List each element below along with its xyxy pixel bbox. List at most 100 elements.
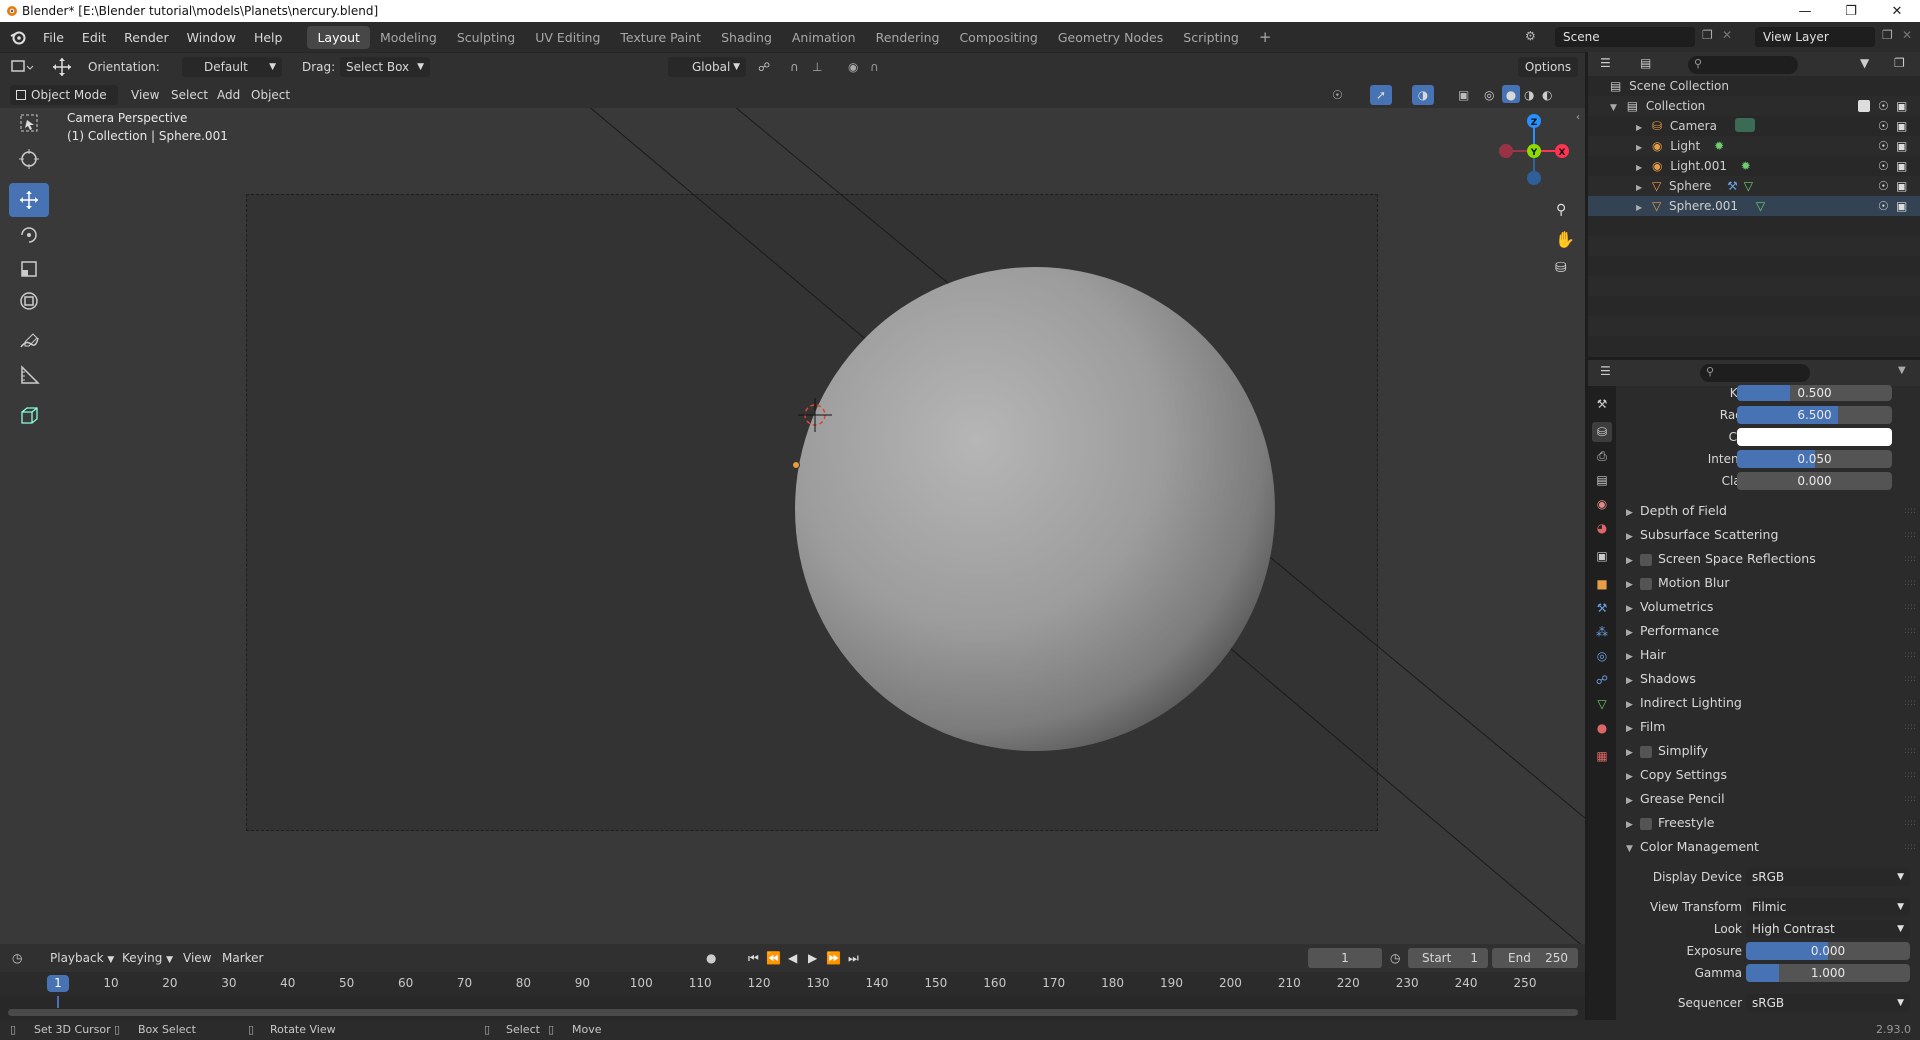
world-tab-icon[interactable]: ◕ — [1592, 518, 1612, 538]
panel-subsurface-scattering[interactable]: ▶ Subsurface Scattering:::: — [1620, 524, 1920, 546]
view-transform-dropdown[interactable]: Filmic ▼ — [1746, 898, 1910, 916]
blender-menu-icon[interactable] — [10, 29, 26, 45]
outliner-row-sphere[interactable]: ▶ ▽ Sphere ⚒ ▽ ☉ ▣ — [1588, 176, 1920, 196]
menu-file[interactable]: File — [34, 30, 73, 45]
data-tab-icon[interactable]: ▽ — [1592, 694, 1612, 714]
pivot-point-icon[interactable]: ☍ — [758, 57, 784, 77]
tab-scripting[interactable]: Scripting — [1173, 26, 1249, 49]
timeline-menu-keying[interactable]: Keying ▼ — [122, 948, 173, 968]
maximize-button[interactable]: ❐ — [1828, 0, 1874, 22]
timeline-body[interactable] — [0, 996, 1585, 1020]
material-shading-icon[interactable]: ◑ — [1524, 85, 1534, 105]
object-tab-icon[interactable]: ■ — [1592, 574, 1612, 594]
timeline-menu-marker[interactable]: Marker — [222, 948, 263, 968]
pin-dropdown-icon[interactable]: ▼ — [1898, 365, 1906, 376]
cursor-tool[interactable] — [9, 142, 49, 176]
output-tab-icon[interactable]: ⎙ — [1592, 446, 1612, 466]
intensity-slider[interactable]: 0.050 — [1737, 450, 1892, 468]
select-box-tool[interactable] — [9, 108, 49, 140]
eye-icon[interactable]: ☉ — [1878, 176, 1889, 196]
annotate-tool[interactable] — [9, 324, 49, 358]
panel-depth-of-field[interactable]: ▶ Depth of Field:::: — [1620, 500, 1920, 522]
snap-icon[interactable]: ∩ — [790, 57, 810, 77]
clamp-slider[interactable]: 0.000 — [1737, 472, 1892, 490]
tab-sculpting[interactable]: Sculpting — [447, 26, 525, 49]
scene-icon[interactable]: ⚙ — [1525, 29, 1536, 43]
camera-view-icon[interactable]: ⛁ — [1555, 260, 1567, 276]
outliner-search-input[interactable]: ⚲ — [1688, 56, 1798, 74]
expand-arrow-icon[interactable]: ▶ — [1636, 123, 1642, 132]
sphere-object[interactable] — [795, 267, 1275, 751]
viewport-menu-object[interactable]: Object — [251, 85, 290, 105]
expand-arrow-icon[interactable]: ▶ — [1636, 143, 1642, 152]
panel-grease-pencil[interactable]: ▶ Grease Pencil:::: — [1620, 788, 1920, 810]
radius-slider[interactable]: 6.500 — [1737, 406, 1892, 424]
stopwatch-icon[interactable]: ◷ — [1390, 948, 1400, 968]
move-tool[interactable] — [9, 183, 49, 217]
view-layer-selector[interactable]: View Layer — [1755, 27, 1875, 47]
options-button[interactable]: Options — [1518, 57, 1578, 77]
modifier-tab-icon[interactable]: ⚒ — [1592, 598, 1612, 618]
render-camera-icon[interactable]: ▣ — [1896, 136, 1907, 156]
drag-dropdown[interactable]: Select Box ▼ — [340, 57, 430, 77]
viewport-menu-add[interactable]: Add — [217, 85, 240, 105]
knee-slider[interactable]: 0.500 — [1737, 385, 1892, 401]
scale-tool[interactable] — [9, 252, 49, 286]
outliner-row-light[interactable]: ▶ ◉ Light ✹ ☉ ▣ — [1588, 136, 1920, 156]
delete-scene-icon[interactable]: ✕ — [1722, 28, 1732, 42]
outliner-row-camera[interactable]: ▶ ⛁ Camera ☉ ▣ — [1588, 116, 1920, 136]
tab-texture-paint[interactable]: Texture Paint — [610, 26, 711, 49]
outliner-row-sphere-001[interactable]: ▶ ▽ Sphere.001 ▽ ☉ ▣ — [1588, 196, 1920, 216]
collection-checkbox[interactable] — [1858, 100, 1870, 112]
zoom-icon[interactable]: ⚲ — [1556, 202, 1566, 218]
render-camera-icon[interactable]: ▣ — [1896, 96, 1907, 116]
render-camera-icon[interactable]: ▣ — [1896, 196, 1907, 216]
display-mode-icon[interactable]: ▤ — [1640, 56, 1651, 70]
eye-icon[interactable]: ☉ — [1878, 96, 1889, 116]
rotate-tool[interactable] — [9, 218, 49, 252]
tab-layout[interactable]: Layout — [307, 25, 370, 49]
properties-editor-icon[interactable]: ☰ — [1600, 364, 1611, 378]
sequencer-dropdown[interactable]: sRGB ▼ — [1746, 994, 1910, 1012]
panel-screen-space-reflections[interactable]: ▶ Screen Space Reflections:::: — [1620, 548, 1920, 570]
record-icon[interactable]: ● — [706, 948, 716, 968]
solid-shading-icon[interactable]: ● — [1502, 85, 1520, 103]
tab-rendering[interactable]: Rendering — [866, 26, 950, 49]
eye-icon[interactable]: ☉ — [1878, 196, 1889, 216]
move-tool-icon[interactable] — [50, 57, 74, 77]
timeline-menu-playback[interactable]: Playback ▼ — [50, 948, 114, 968]
panel-color-management[interactable]: ▼ Color Management:::: — [1620, 836, 1920, 858]
expand-arrow-icon[interactable]: ▶ — [1636, 183, 1642, 192]
3d-viewport[interactable]: Camera Perspective (1) Collection | Sphe… — [0, 108, 1585, 944]
view-layer-tab-icon[interactable]: ▤ — [1592, 470, 1612, 490]
viewport-menu-view[interactable]: View — [131, 85, 159, 105]
collection-tab-icon[interactable]: ▣ — [1592, 546, 1612, 566]
eye-icon[interactable]: ☉ — [1878, 136, 1889, 156]
freestyle-checkbox[interactable] — [1640, 817, 1652, 830]
menu-render[interactable]: Render — [115, 30, 178, 45]
eye-icon[interactable]: ☉ — [1878, 156, 1889, 176]
close-window-button[interactable]: ✕ — [1874, 0, 1920, 22]
transform-tool[interactable] — [9, 284, 49, 318]
sidebar-toggle-icon[interactable]: ‹ — [1576, 112, 1580, 123]
tab-animation[interactable]: Animation — [782, 26, 866, 49]
simplify-checkbox[interactable] — [1640, 745, 1652, 758]
menu-window[interactable]: Window — [178, 30, 245, 45]
add-workspace-button[interactable]: + — [1249, 24, 1282, 50]
add-cube-tool[interactable] — [9, 399, 49, 433]
filter-icon[interactable]: ▼ — [1860, 56, 1869, 70]
scene-selector[interactable]: Scene — [1555, 27, 1695, 47]
panel-shadows[interactable]: ▶ Shadows:::: — [1620, 668, 1920, 690]
delete-view-layer-icon[interactable]: ✕ — [1902, 28, 1912, 42]
panel-volumetrics[interactable]: ▶ Volumetrics:::: — [1620, 596, 1920, 618]
motion-blur-checkbox[interactable] — [1640, 577, 1652, 590]
navigation-gizmo[interactable]: Z X Y — [1490, 108, 1570, 198]
measure-tool[interactable] — [9, 358, 49, 392]
minimize-button[interactable]: — — [1782, 0, 1828, 22]
exposure-slider[interactable]: 0.000 — [1746, 942, 1910, 960]
render-tab-icon[interactable]: ⛁ — [1592, 422, 1612, 442]
viewport-menu-select[interactable]: Select — [171, 85, 208, 105]
jump-start-icon[interactable]: ⏮ — [748, 948, 759, 968]
tab-shading[interactable]: Shading — [711, 26, 782, 49]
tab-geometry-nodes[interactable]: Geometry Nodes — [1048, 26, 1173, 49]
